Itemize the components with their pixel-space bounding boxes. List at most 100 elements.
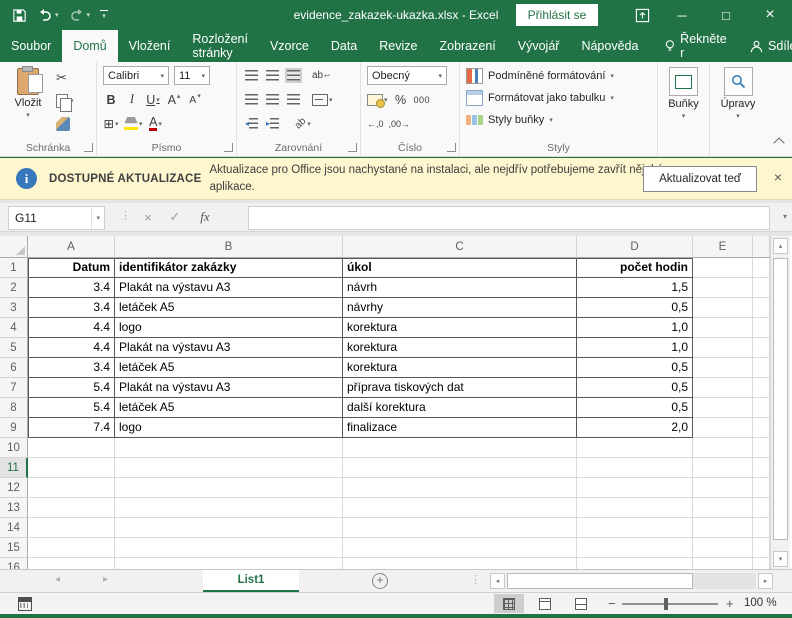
- cell[interactable]: [693, 318, 753, 338]
- align-center-button[interactable]: [264, 90, 280, 109]
- cell[interactable]: 5.4: [28, 398, 115, 418]
- wrap-text-button[interactable]: ab: [312, 66, 330, 85]
- scroll-left-icon[interactable]: [490, 573, 505, 589]
- horizontal-scrollbar[interactable]: [507, 573, 756, 589]
- normal-view-button[interactable]: [494, 594, 524, 613]
- cell[interactable]: [577, 538, 693, 558]
- decrease-font-size-button[interactable]: A: [187, 90, 203, 109]
- tab-vyvojar[interactable]: Vývojář: [507, 30, 571, 62]
- horizontal-scrollbar-thumb[interactable]: [507, 573, 693, 589]
- cell[interactable]: Plakát na výstavu A3: [115, 278, 343, 298]
- bold-button[interactable]: B: [103, 90, 119, 109]
- cell[interactable]: [753, 438, 770, 458]
- format-painter-button[interactable]: [56, 115, 74, 133]
- tab-soubor[interactable]: Soubor: [0, 30, 62, 62]
- cell[interactable]: [115, 538, 343, 558]
- format-as-table-button[interactable]: Formátovat jako tabulku: [466, 87, 653, 109]
- enter-button[interactable]: [163, 206, 187, 228]
- cell[interactable]: [753, 278, 770, 298]
- cell[interactable]: [343, 478, 577, 498]
- clipboard-dialog-launcher[interactable]: [84, 143, 93, 152]
- cell[interactable]: 0,5: [577, 398, 693, 418]
- number-dialog-launcher[interactable]: [447, 143, 456, 152]
- vertical-scrollbar-thumb[interactable]: [773, 258, 788, 540]
- cell[interactable]: [28, 538, 115, 558]
- page-break-view-button[interactable]: [566, 594, 596, 613]
- update-now-button[interactable]: Aktualizovat teď: [643, 166, 757, 192]
- sheet-tab-list1[interactable]: List1: [203, 570, 299, 592]
- cell[interactable]: letáček A5: [115, 398, 343, 418]
- cell[interactable]: [577, 498, 693, 518]
- row-header-6[interactable]: 6: [0, 358, 28, 378]
- increase-indent-button[interactable]: [264, 114, 280, 133]
- fill-color-button[interactable]: [124, 114, 143, 133]
- cell[interactable]: úkol: [343, 258, 577, 278]
- cell[interactable]: [693, 378, 753, 398]
- cell[interactable]: [693, 538, 753, 558]
- tab-zobrazeni[interactable]: Zobrazení: [428, 30, 506, 62]
- row-header-13[interactable]: 13: [0, 498, 28, 518]
- cell[interactable]: finalizace: [343, 418, 577, 438]
- tab-rozlozeni-stranky[interactable]: Rozložení stránky: [181, 30, 259, 62]
- cell[interactable]: [753, 418, 770, 438]
- tab-domu[interactable]: Domů: [62, 30, 117, 62]
- cell[interactable]: [115, 518, 343, 538]
- copy-button[interactable]: [56, 92, 74, 110]
- decrease-decimal-button[interactable]: ,00→: [389, 114, 411, 133]
- align-bottom-button[interactable]: [285, 66, 301, 85]
- name-box-caret-icon[interactable]: [91, 207, 104, 229]
- ribbon-display-options-button[interactable]: [624, 0, 660, 30]
- zoom-slider-handle[interactable]: [664, 598, 668, 610]
- borders-button[interactable]: ⊞: [103, 114, 119, 133]
- cell[interactable]: Plakát na výstavu A3: [115, 378, 343, 398]
- cell[interactable]: [28, 558, 115, 569]
- redo-dropdown-caret-icon[interactable]: [87, 11, 91, 19]
- cell[interactable]: příprava tiskových dat: [343, 378, 577, 398]
- tab-bar-separator[interactable]: [470, 573, 481, 586]
- cell[interactable]: korektura: [343, 358, 577, 378]
- cell[interactable]: [577, 478, 693, 498]
- cell[interactable]: [753, 538, 770, 558]
- cell[interactable]: [693, 438, 753, 458]
- scroll-up-icon[interactable]: [773, 238, 788, 254]
- sign-in-button[interactable]: Přihlásit se: [516, 4, 598, 26]
- tell-me-button[interactable]: Řekněte r: [655, 30, 738, 62]
- row-header-8[interactable]: 8: [0, 398, 28, 418]
- cell[interactable]: [753, 458, 770, 478]
- number-format-combo[interactable]: Obecný: [367, 66, 447, 85]
- cell[interactable]: [343, 458, 577, 478]
- paste-button[interactable]: Vložit: [6, 65, 50, 139]
- tab-revize[interactable]: Revize: [368, 30, 428, 62]
- cell-styles-button[interactable]: Styly buňky: [466, 109, 653, 131]
- cell[interactable]: korektura: [343, 318, 577, 338]
- insert-function-button[interactable]: fx: [193, 206, 217, 228]
- row-header-1[interactable]: 1: [0, 258, 28, 278]
- redo-button[interactable]: [69, 8, 91, 22]
- cell[interactable]: 3.4: [28, 298, 115, 318]
- close-button[interactable]: [748, 0, 792, 30]
- cell[interactable]: [577, 558, 693, 569]
- cancel-button[interactable]: [136, 206, 160, 228]
- editing-button[interactable]: Úpravy: [710, 62, 766, 120]
- conditional-formatting-button[interactable]: Podmíněné formátování: [466, 65, 653, 87]
- align-middle-button[interactable]: [264, 66, 280, 85]
- cell[interactable]: [115, 478, 343, 498]
- cell[interactable]: Datum: [28, 258, 115, 278]
- row-header-4[interactable]: 4: [0, 318, 28, 338]
- cells-button[interactable]: Buňky: [658, 62, 709, 120]
- cell[interactable]: [753, 318, 770, 338]
- cell[interactable]: [28, 518, 115, 538]
- maximize-button[interactable]: [704, 0, 748, 30]
- cell[interactable]: návrhy: [343, 298, 577, 318]
- cell[interactable]: 3.4: [28, 358, 115, 378]
- font-dialog-launcher[interactable]: [224, 143, 233, 152]
- cell[interactable]: další korektura: [343, 398, 577, 418]
- row-header-7[interactable]: 7: [0, 378, 28, 398]
- qat-customize-button[interactable]: [100, 10, 108, 21]
- cell[interactable]: [693, 358, 753, 378]
- cell[interactable]: [693, 398, 753, 418]
- cell[interactable]: 0,5: [577, 358, 693, 378]
- comma-style-button[interactable]: 000: [414, 90, 431, 109]
- minimize-button[interactable]: [660, 0, 704, 30]
- zoom-slider[interactable]: [622, 603, 718, 605]
